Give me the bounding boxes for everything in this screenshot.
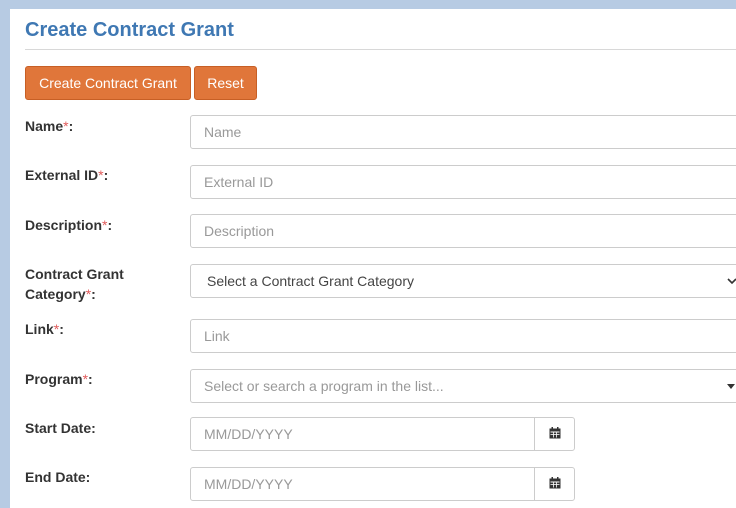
caret-down-icon xyxy=(727,384,735,389)
category-selected-value: Select a Contract Grant Category xyxy=(207,273,414,289)
link-input[interactable]: Link xyxy=(190,319,736,353)
external-id-input[interactable]: External ID xyxy=(190,165,736,199)
description-input[interactable]: Description xyxy=(190,214,736,248)
name-input[interactable]: Name xyxy=(190,115,736,149)
end-date-label: End Date: xyxy=(25,469,91,485)
end-date-placeholder: MM/DD/YYYY xyxy=(204,476,293,492)
program-label: Program*: xyxy=(25,371,93,387)
start-date-placeholder: MM/DD/YYYY xyxy=(204,426,293,442)
reset-button[interactable]: Reset xyxy=(194,66,257,100)
program-placeholder: Select or search a program in the list..… xyxy=(204,378,444,394)
form-panel: Create Contract Grant Create Contract Gr… xyxy=(10,9,736,508)
calendar-icon xyxy=(549,476,561,492)
description-placeholder: Description xyxy=(204,223,275,239)
start-date-calendar-button[interactable] xyxy=(534,417,575,451)
link-label: Link*: xyxy=(25,321,64,337)
link-placeholder: Link xyxy=(204,328,230,344)
description-label: Description*: xyxy=(25,217,113,233)
chevron-down-icon xyxy=(727,275,736,289)
start-date-label: Start Date: xyxy=(25,420,96,436)
create-contract-grant-button[interactable]: Create Contract Grant xyxy=(25,66,191,100)
calendar-icon xyxy=(549,426,561,442)
category-select[interactable]: Select a Contract Grant Category xyxy=(190,264,736,298)
external-id-label: External ID*: xyxy=(25,167,109,183)
end-date-calendar-button[interactable] xyxy=(534,467,575,501)
name-placeholder: Name xyxy=(204,124,242,140)
program-select[interactable]: Select or search a program in the list..… xyxy=(190,369,736,403)
external-id-placeholder: External ID xyxy=(204,174,274,190)
name-label: Name*: xyxy=(25,118,74,134)
category-label: Contract Grant Category*: xyxy=(25,266,124,302)
page-title: Create Contract Grant xyxy=(25,19,234,41)
start-date-input[interactable]: MM/DD/YYYY xyxy=(190,417,535,451)
title-divider xyxy=(25,49,736,50)
end-date-input[interactable]: MM/DD/YYYY xyxy=(190,467,535,501)
